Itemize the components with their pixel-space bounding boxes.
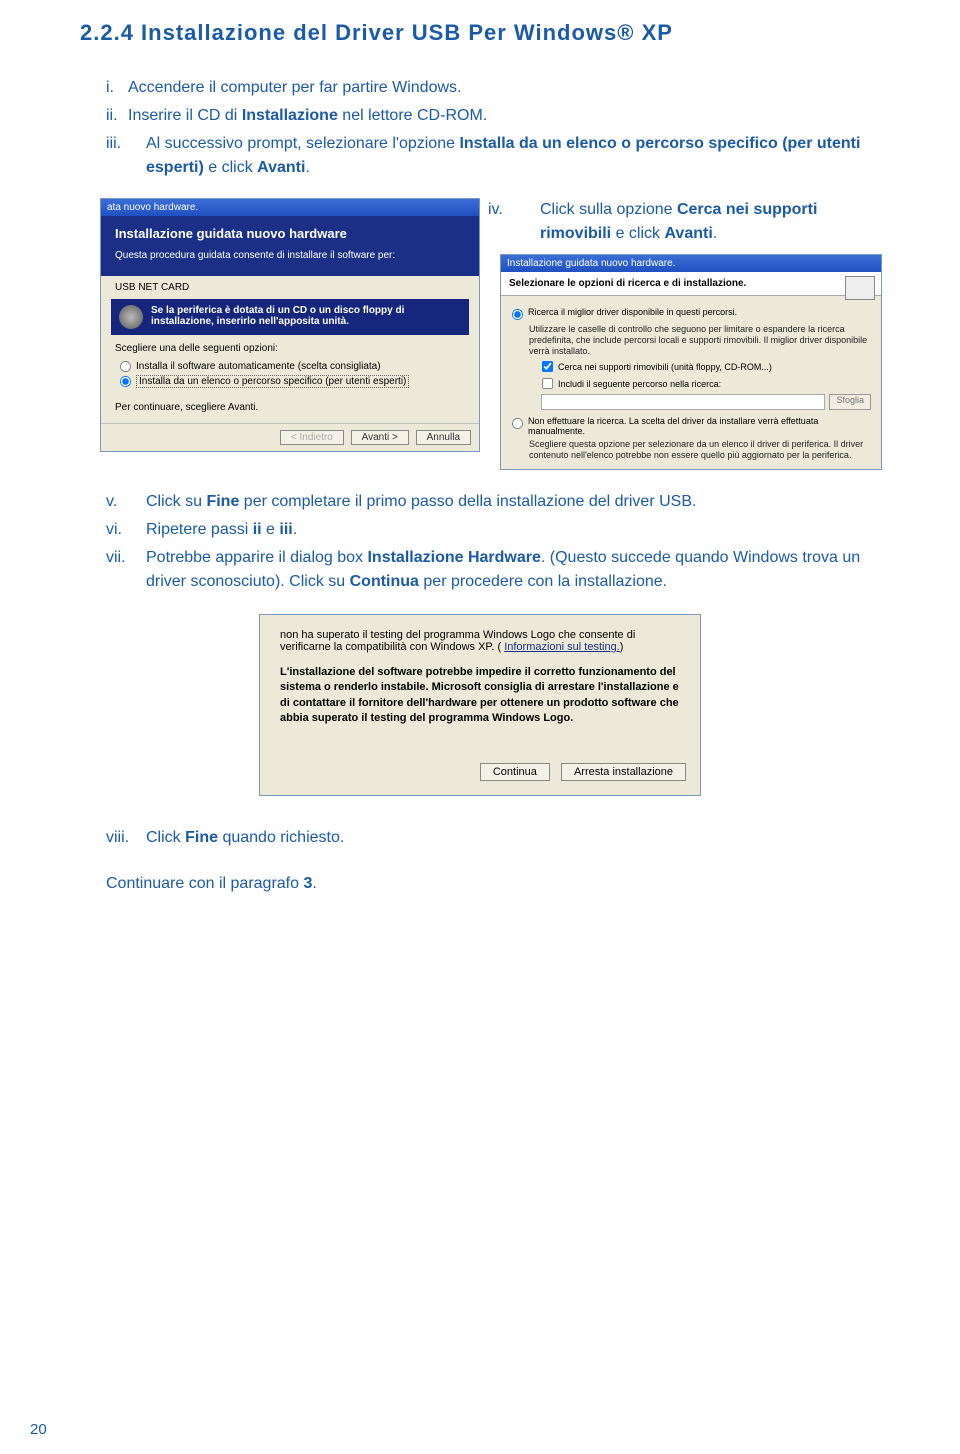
wizard-dialog-2: Installazione guidata nuovo hardware. Se… [500, 254, 882, 470]
browse-button[interactable]: Sfoglia [829, 394, 871, 410]
dialog1-desc: Questa procedura guidata consente di ins… [115, 249, 465, 262]
step-vii-b2: Continua [350, 573, 419, 590]
step-v-b: Fine [206, 493, 239, 510]
step-vii-num: vii. [106, 546, 146, 570]
step-vi-b: ii [253, 521, 262, 538]
closing-line: Continuare con il paragrafo 3. [80, 872, 880, 896]
checkbox-removable[interactable] [542, 361, 553, 372]
step-iii-b2: Avanti [257, 159, 305, 176]
step-viii: viii.Click Fine quando richiesto. [80, 826, 880, 850]
warning-bold-text: L'installazione del software potrebbe im… [280, 665, 680, 727]
warning-p1b: ) [620, 641, 624, 653]
dialog2-r2-label: Non effettuare la ricerca. La scelta del… [528, 416, 871, 436]
step-vi-pre: Ripetere passi [146, 521, 253, 538]
step-vi-num: vi. [106, 518, 146, 542]
step-iv: iv.Click sulla opzione Cerca nei support… [500, 198, 880, 246]
device-icon [845, 276, 875, 300]
checkbox-path[interactable] [542, 378, 553, 389]
dialog2-c2-label: Includi il seguente percorso nella ricer… [558, 379, 721, 389]
stop-install-button[interactable]: Arresta installazione [561, 763, 686, 781]
dialog2-header-text: Selezionare le opzioni di ricerca e di i… [509, 278, 746, 289]
step-ii: ii.Inserire il CD di Installazione nel l… [80, 104, 880, 128]
step-ii-b: Installazione [242, 107, 338, 124]
testing-info-link[interactable]: Informazioni sul testing. [504, 641, 620, 653]
warning-paragraph-1: non ha superato il testing del programma… [280, 629, 680, 653]
step-iii: iii.Al successivo prompt, selezionare l'… [80, 132, 880, 180]
step-ii-pre: Inserire il CD di [128, 107, 242, 124]
step-iii-pre: Al successivo prompt, selezionare l'opzi… [146, 135, 459, 152]
closing-post: . [312, 875, 316, 892]
dialog2-check-path[interactable]: Includi il seguente percorso nella ricer… [511, 377, 871, 390]
step-iv-post2: . [713, 225, 717, 242]
step-i: i.Accendere il computer per far partire … [80, 76, 880, 100]
step-v-post: per completare il primo passo della inst… [239, 493, 696, 510]
dialog2-titlebar: Installazione guidata nuovo hardware. [501, 255, 881, 272]
dialog1-cd-text: Se la periferica è dotata di un CD o un … [151, 305, 461, 327]
dialog1-opt-list[interactable]: Installa da un elenco o percorso specifi… [119, 375, 465, 388]
step-vi-b2: iii [279, 521, 292, 538]
step-v: v.Click su Fine per completare il primo … [80, 490, 880, 514]
step-iii-post: e click [204, 159, 257, 176]
dialog1-opt-auto[interactable]: Installa il software automaticamente (sc… [119, 360, 465, 373]
step-vi: vi.Ripetere passi ii e iii. [80, 518, 880, 542]
dialog1-titlebar: ata nuovo hardware. [101, 199, 479, 216]
dialog2-r1-desc: Utilizzare le caselle di controllo che s… [511, 324, 871, 356]
dialog2-header: Selezionare le opzioni di ricerca e di i… [501, 272, 881, 296]
page-number: 20 [30, 1421, 47, 1438]
path-input[interactable] [541, 394, 825, 410]
dialog1-device: USB NET CARD [101, 276, 479, 299]
step-v-pre: Click su [146, 493, 206, 510]
step-iv-b2: Avanti [664, 225, 712, 242]
dialog2-r2-desc: Scegliere questa opzione per selezionare… [511, 439, 871, 461]
step-iv-pre: Click sulla opzione [540, 201, 677, 218]
dialog2-r1-label: Ricerca il miglior driver disponibile in… [528, 307, 737, 317]
next-button[interactable]: Avanti > [351, 430, 409, 445]
dialog1-choose-label: Scegliere una delle seguenti opzioni: [115, 343, 465, 354]
back-button: < Indietro [280, 430, 344, 445]
continue-button[interactable]: Continua [480, 763, 550, 781]
radio-auto[interactable] [120, 361, 131, 372]
step-ii-num: ii. [106, 104, 128, 128]
dialog2-check-removable[interactable]: Cerca nei supporti rimovibili (unità flo… [511, 360, 871, 373]
step-iii-post2: . [305, 159, 309, 176]
dialog2-c1-label: Cerca nei supporti rimovibili (unità flo… [558, 362, 772, 372]
step-vii-post2: per procedere con la installazione. [419, 573, 667, 590]
closing-pre: Continuare con il paragrafo [106, 875, 303, 892]
warning-dialog: non ha superato il testing del programma… [259, 614, 701, 796]
dialog1-opt2-label: Installa da un elenco o percorso specifi… [136, 375, 409, 388]
radio-search[interactable] [512, 309, 523, 320]
dialog1-opt1-label: Installa il software automaticamente (sc… [136, 361, 381, 372]
step-iv-post: e click [611, 225, 664, 242]
step-vi-post: . [293, 521, 297, 538]
wizard-dialog-1: ata nuovo hardware. Installazione guidat… [100, 198, 480, 452]
dialog2-radio-search[interactable]: Ricerca il miglior driver disponibile in… [511, 307, 871, 321]
cd-icon [119, 305, 143, 329]
section-heading: 2.2.4 Installazione del Driver USB Per W… [80, 20, 880, 46]
step-i-text: Accendere il computer per far partire Wi… [128, 79, 461, 96]
dialog1-title: Installazione guidata nuovo hardware [115, 226, 465, 241]
step-v-num: v. [106, 490, 146, 514]
dialog1-cd-hint: Se la periferica è dotata di un CD o un … [111, 299, 469, 335]
step-vii-b: Installazione Hardware [367, 549, 540, 566]
step-i-num: i. [106, 76, 128, 100]
step-vi-mid: e [262, 521, 280, 538]
step-ii-post: nel lettore CD-ROM. [338, 107, 487, 124]
step-iii-num: iii. [106, 132, 146, 156]
step-viii-post: quando richiesto. [218, 829, 344, 846]
step-viii-pre: Click [146, 829, 185, 846]
step-viii-num: viii. [106, 826, 146, 850]
step-vii-pre: Potrebbe apparire il dialog box [146, 549, 367, 566]
dialog2-radio-no-search[interactable]: Non effettuare la ricerca. La scelta del… [511, 416, 871, 436]
step-viii-b: Fine [185, 829, 218, 846]
dialog1-continue-hint: Per continuare, scegliere Avanti. [101, 398, 479, 423]
cancel-button[interactable]: Annulla [416, 430, 471, 445]
radio-list[interactable] [120, 376, 131, 387]
step-iv-num: iv. [514, 198, 540, 222]
radio-no-search[interactable] [512, 418, 523, 429]
step-vii: vii.Potrebbe apparire il dialog box Inst… [80, 546, 880, 594]
